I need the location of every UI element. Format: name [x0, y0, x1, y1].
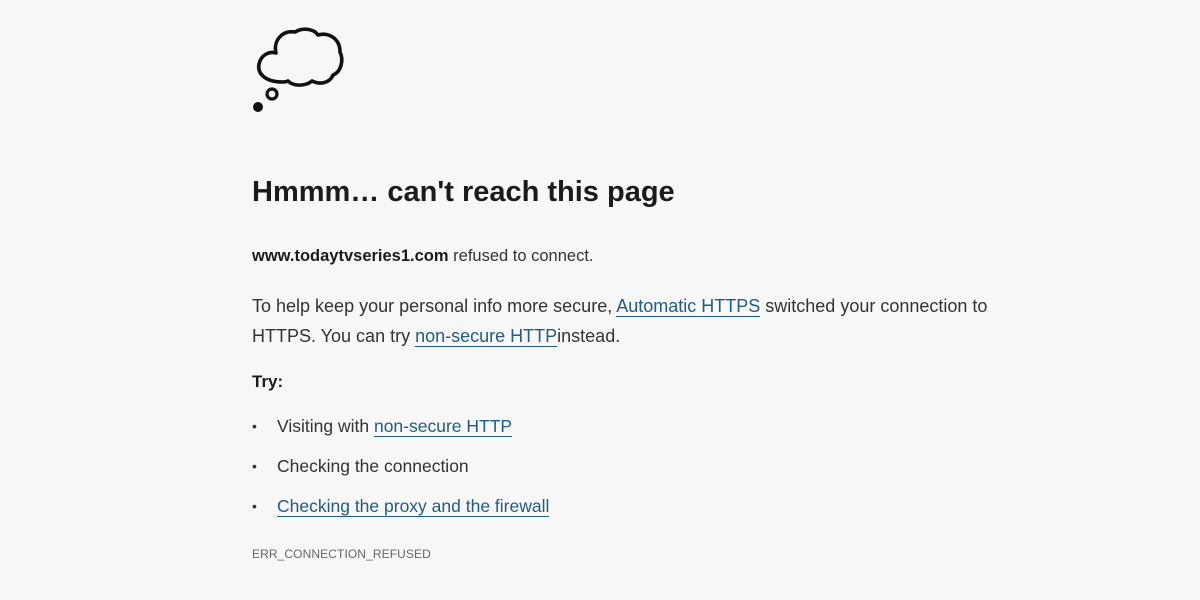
- automatic-https-link[interactable]: Automatic HTTPS: [616, 296, 761, 317]
- refused-message: www.todaytvseries1.com refused to connec…: [252, 245, 594, 267]
- suggestion-item-proxy-firewall: • Checking the proxy and the firewall: [252, 493, 550, 533]
- suggestion-text: Checking the connection: [277, 456, 469, 476]
- explain-part-3: instead.: [557, 326, 621, 346]
- suggestion-prefix: Visiting with: [277, 416, 370, 436]
- non-secure-http-link[interactable]: non-secure HTTP: [415, 326, 558, 347]
- error-code: ERR_CONNECTION_REFUSED: [252, 547, 431, 561]
- thought-cloud-icon: [253, 27, 344, 112]
- suggestion-item-connection: • Checking the connection: [252, 453, 549, 493]
- host-name: www.todaytvseries1.com: [252, 247, 449, 265]
- explain-part-1: To help keep your personal info more sec…: [252, 296, 613, 316]
- proxy-firewall-link[interactable]: Checking the proxy and the firewall: [277, 496, 550, 517]
- visit-non-secure-http-link[interactable]: non-secure HTTP: [373, 416, 513, 437]
- bullet-icon: •: [252, 418, 257, 434]
- https-explanation: To help keep your personal info more sec…: [252, 291, 1012, 351]
- bullet-icon: •: [252, 458, 257, 474]
- suggestion-item-non-secure-http: • Visiting with non-secure HTTP: [252, 413, 549, 453]
- try-label: Try:: [252, 372, 284, 391]
- suggestion-list: • Visiting with non-secure HTTP • Checki…: [252, 413, 550, 533]
- bullet-icon: •: [252, 498, 257, 514]
- page-title: Hmmm… can't reach this page: [252, 176, 675, 208]
- refused-text: refused to connect.: [453, 247, 594, 265]
